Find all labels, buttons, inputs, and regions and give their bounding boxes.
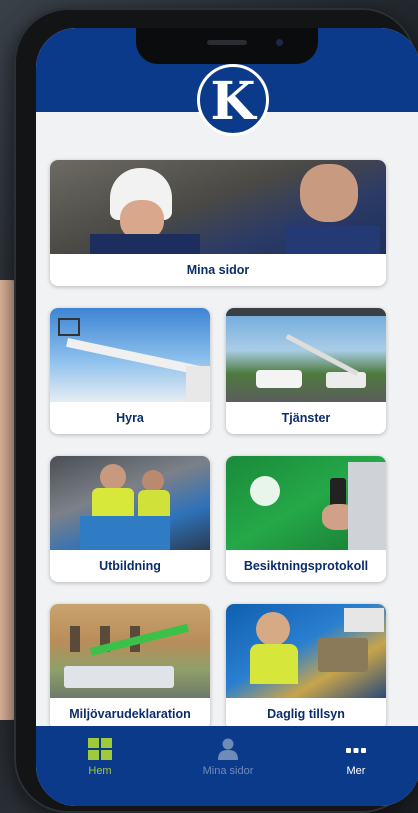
tile-image-daily-check bbox=[226, 604, 386, 698]
bottom-tab-bar: Hem Mina sidor Mer bbox=[36, 726, 418, 806]
person-icon bbox=[218, 738, 238, 760]
tab-mer[interactable]: Mer bbox=[292, 738, 418, 777]
tile-image-workers bbox=[50, 160, 386, 254]
tile-label: Besiktningsprotokoll bbox=[243, 559, 369, 573]
tile-image-training bbox=[50, 456, 210, 550]
tab-label: Mina sidor bbox=[202, 765, 254, 777]
phone-frame: Mina sidor Hyra Tjänster Utbildning Besi… bbox=[14, 8, 418, 813]
phone-notch bbox=[136, 28, 318, 64]
app-screen: Mina sidor Hyra Tjänster Utbildning Besi… bbox=[36, 28, 418, 806]
tile-label: Tjänster bbox=[281, 411, 331, 425]
tile-label: Hyra bbox=[116, 411, 144, 425]
tile-grid: Mina sidor Hyra Tjänster Utbildning Besi… bbox=[36, 112, 418, 730]
tile-image-inspection-device bbox=[226, 456, 386, 550]
tile-image-lift-crane bbox=[50, 308, 210, 402]
company-logo: K bbox=[197, 64, 269, 136]
speaker-grille bbox=[207, 40, 247, 45]
tile-image-service-vans bbox=[226, 308, 386, 402]
tile-mina-sidor[interactable]: Mina sidor bbox=[50, 160, 386, 286]
tile-utbildning[interactable]: Utbildning bbox=[50, 456, 210, 582]
logo-letter: K bbox=[210, 71, 256, 132]
tile-tjanster[interactable]: Tjänster bbox=[226, 308, 386, 434]
grid-icon bbox=[88, 738, 112, 760]
tab-mina-sidor[interactable]: Mina sidor bbox=[164, 738, 292, 777]
tile-miljovarudeklaration[interactable]: Miljövarudeklaration bbox=[50, 604, 210, 730]
front-camera bbox=[276, 39, 283, 46]
tab-hem[interactable]: Hem bbox=[36, 738, 164, 777]
tile-label: Utbildning bbox=[99, 559, 161, 573]
tile-label: Mina sidor bbox=[186, 263, 250, 277]
tile-hyra[interactable]: Hyra bbox=[50, 308, 210, 434]
tab-label: Mer bbox=[346, 765, 366, 777]
more-dots-icon bbox=[346, 748, 366, 753]
tile-daglig-tillsyn[interactable]: Daglig tillsyn bbox=[226, 604, 386, 730]
tile-image-lift-truck bbox=[50, 604, 210, 698]
tile-besiktningsprotokoll[interactable]: Besiktningsprotokoll bbox=[226, 456, 386, 582]
tab-label: Hem bbox=[88, 765, 112, 777]
